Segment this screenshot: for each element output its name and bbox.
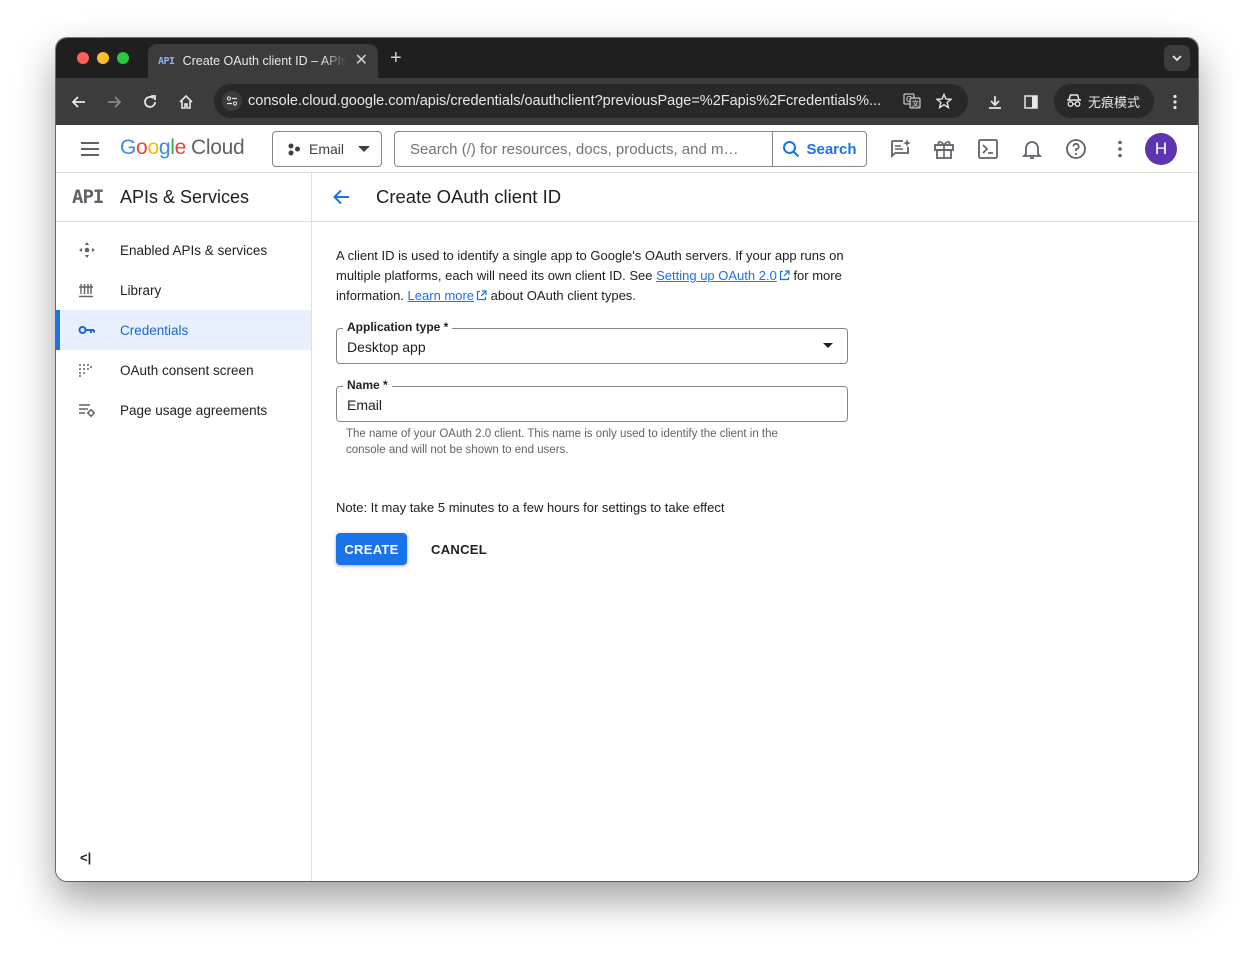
incognito-icon [1067,94,1081,107]
sidebar-nav: Enabled APIs & services Library Credenti… [56,222,311,430]
home-icon[interactable] [173,89,199,115]
oauth-form: A client ID is used to identify a single… [312,222,852,565]
sidebar-item-enabled-apis[interactable]: Enabled APIs & services [56,230,311,270]
consent-dots-icon [78,363,120,377]
sidebar-item-page-usage[interactable]: Page usage agreements [56,390,311,430]
close-window-button[interactable] [77,52,89,64]
more-options-icon[interactable] [1108,137,1132,161]
url-text: console.cloud.google.com/apis/credential… [248,93,882,109]
tab-title: Create OAuth client ID – APIs & Services [182,54,347,68]
maximize-window-button[interactable] [117,52,129,64]
logo-cloud: Cloud [190,136,245,159]
project-nodes-icon [288,143,300,156]
sidebar-item-label: Library [120,282,162,298]
page-header: Create OAuth client ID [312,173,1198,222]
diamond-arrows-icon [78,241,120,259]
gemini-chat-icon[interactable] [888,137,912,161]
notifications-bell-icon[interactable] [1020,137,1044,161]
back-arrow-icon[interactable] [312,189,368,205]
browser-menu-icon[interactable] [1162,89,1188,115]
page-title: Create OAuth client ID [376,186,562,207]
application-type-select[interactable]: Application type * Desktop app [336,320,848,364]
console-header: Google Cloud Email Search (/) for resour… [56,125,1198,173]
side-panel-icon[interactable] [1018,89,1044,115]
project-picker-button[interactable]: Email [272,131,382,167]
browser-window: API Create OAuth client ID – APIs & Serv… [56,38,1198,881]
sidebar-item-label: Credentials [120,322,189,338]
console-search-input[interactable] [395,132,772,166]
sidebar-title: APIs & Services [120,186,250,207]
forward-nav-icon[interactable] [101,89,127,115]
sidebar-item-credentials[interactable]: Credentials [56,310,311,350]
api-favicon-icon: API [158,55,175,67]
help-icon[interactable] [1064,137,1088,161]
site-info-icon[interactable] [222,91,242,111]
hamburger-menu-icon[interactable] [80,139,100,159]
download-icon[interactable] [982,89,1008,115]
project-label: Email [309,141,345,157]
application-type-value: Desktop app [347,339,426,355]
tab-search-button[interactable] [1164,45,1190,71]
application-type-label: Application type * [343,320,453,334]
google-cloud-logo[interactable]: Google Cloud [120,136,245,160]
sidebar-item-oauth-consent[interactable]: OAuth consent screen [56,350,311,390]
form-actions: CREATE CANCEL [336,533,852,565]
external-link-icon [476,290,487,301]
back-nav-icon[interactable] [66,89,92,115]
main-content: Create OAuth client ID A client ID is us… [312,173,1198,881]
browser-tab[interactable]: API Create OAuth client ID – APIs & Serv… [148,44,378,78]
bookmark-star-icon[interactable] [934,92,954,110]
create-button[interactable]: CREATE [336,533,407,565]
name-value: Email [347,397,383,413]
sidebar-item-library[interactable]: Library [56,270,311,310]
logo-google: Google [120,136,186,159]
sidebar-item-label: OAuth consent screen [120,362,254,378]
tab-bar: API Create OAuth client ID – APIs & Serv… [56,38,1198,78]
form-description: A client ID is used to identify a single… [336,246,852,306]
browser-toolbar: console.cloud.google.com/apis/credential… [56,78,1198,125]
cancel-button[interactable]: CANCEL [431,542,487,557]
sidebar-item-label: Enabled APIs & services [120,242,268,258]
new-tab-icon[interactable]: + [390,46,402,70]
cloud-shell-icon[interactable] [976,137,1000,161]
name-hint: The name of your OAuth 2.0 client. This … [346,428,778,456]
console-search-box: Search [394,131,867,167]
library-icon [78,282,120,298]
setting-up-oauth-link[interactable]: Setting up OAuth 2.0 [656,268,777,283]
sidebar-item-label: Page usage agreements [120,402,268,418]
reload-icon[interactable] [137,89,163,115]
svg-text:文: 文 [912,99,919,108]
learn-more-link[interactable]: Learn more [408,288,474,303]
chevron-down-icon [1172,55,1182,62]
tab-close-icon[interactable]: ✕ [355,53,368,69]
minimize-window-button[interactable] [97,52,109,64]
dropdown-arrow-icon [823,343,833,348]
account-avatar[interactable]: H [1145,133,1177,165]
api-section-icon: API [72,186,104,208]
address-bar[interactable]: console.cloud.google.com/apis/credential… [214,84,968,118]
sidebar: API APIs & Services Enabled APIs & servi… [56,173,312,881]
incognito-badge[interactable]: 无痕模式 [1054,84,1154,118]
gift-icon[interactable] [932,137,956,161]
search-icon [783,141,800,158]
name-label: Name * [343,378,392,392]
collapse-sidebar-icon[interactable]: <| [80,850,91,865]
external-link-icon [779,270,790,281]
incognito-label: 无痕模式 [1088,94,1141,110]
settings-note: Note: It may take 5 minutes to a few hou… [336,500,725,515]
search-button-label: Search [806,140,857,158]
translate-icon[interactable]: G文 [902,92,922,110]
key-icon [78,324,120,336]
description-text: about OAuth client types. [490,288,636,303]
search-button[interactable]: Search [772,132,866,166]
name-field[interactable]: Name * Email [336,378,848,422]
caret-down-icon [358,146,371,152]
settings-list-icon [78,403,120,417]
sidebar-header: API APIs & Services [56,173,311,222]
